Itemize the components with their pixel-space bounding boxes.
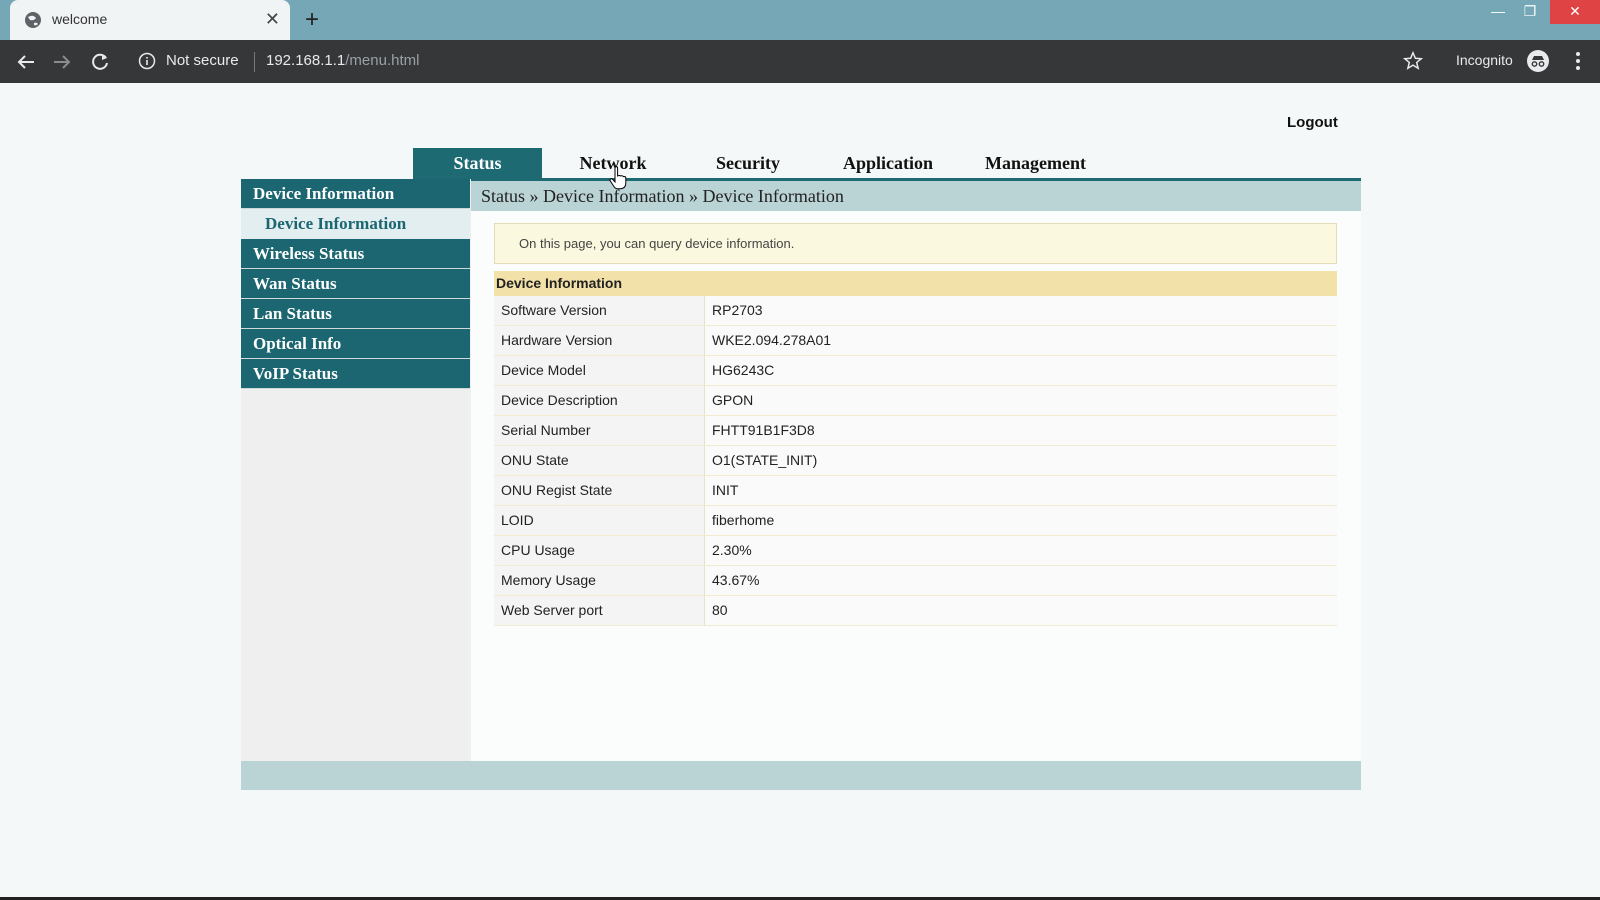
info-notice: On this page, you can query device infor…	[494, 223, 1337, 264]
row-value: INIT	[705, 476, 1337, 505]
table-row: Serial Number FHTT91B1F3D8	[494, 416, 1337, 446]
close-tab-icon[interactable]: ✕	[265, 9, 280, 29]
sidebar-item-device-information[interactable]: Device Information	[241, 179, 470, 209]
row-value: GPON	[705, 386, 1337, 415]
forward-arrow-icon[interactable]	[50, 50, 74, 74]
tab-title: welcome	[52, 11, 108, 27]
url-path: /menu.html	[345, 52, 420, 69]
back-arrow-icon[interactable]	[14, 50, 38, 74]
row-label: CPU Usage	[494, 536, 705, 565]
row-label: Hardware Version	[494, 326, 705, 355]
table-row: Memory Usage 43.67%	[494, 566, 1337, 596]
sidebar-item-voip-status[interactable]: VoIP Status	[241, 359, 470, 389]
row-value: fiberhome	[705, 506, 1337, 535]
security-label[interactable]: Not secure	[166, 52, 239, 69]
url-separator	[254, 52, 255, 72]
address-bar[interactable]: 192.168.1.1/menu.html	[266, 52, 419, 69]
row-value: FHTT91B1F3D8	[705, 416, 1337, 445]
table-header: Device Information	[494, 271, 1337, 296]
table-row: Web Server port 80	[494, 596, 1337, 626]
row-value: RP2703	[705, 296, 1337, 325]
row-label: LOID	[494, 506, 705, 535]
device-info-table: Device Information Software Version RP270…	[494, 271, 1337, 626]
logout-link[interactable]: Logout	[1287, 114, 1338, 131]
browser-tab[interactable]: welcome ✕	[10, 0, 290, 40]
incognito-label: Incognito	[1456, 52, 1513, 68]
incognito-icon[interactable]	[1526, 49, 1550, 73]
reload-icon[interactable]	[88, 50, 112, 74]
tab-application[interactable]: Application	[823, 148, 953, 178]
table-row: Device Description GPON	[494, 386, 1337, 416]
hand-cursor-icon	[609, 166, 627, 190]
row-label: Device Model	[494, 356, 705, 385]
table-row: LOID fiberhome	[494, 506, 1337, 536]
table-row: Software Version RP2703	[494, 296, 1337, 326]
sidebar-subitem-device-information[interactable]: Device Information	[241, 209, 470, 239]
table-row: Device Model HG6243C	[494, 356, 1337, 386]
row-value: 43.67%	[705, 566, 1337, 595]
row-value: 2.30%	[705, 536, 1337, 565]
breadcrumb: Status » Device Information » Device Inf…	[471, 181, 1361, 211]
top-navigation: Status Network Security Application Mana…	[413, 148, 1360, 182]
tab-security[interactable]: Security	[693, 148, 803, 178]
new-tab-button[interactable]: +	[305, 6, 319, 34]
footer-bar	[241, 761, 1361, 790]
browser-tab-strip: welcome ✕ + — ❐ ✕	[0, 0, 1600, 40]
sidebar-item-optical-info[interactable]: Optical Info	[241, 329, 470, 359]
row-value: O1(STATE_INIT)	[705, 446, 1337, 475]
table-row: CPU Usage 2.30%	[494, 536, 1337, 566]
window-close-icon[interactable]: ✕	[1550, 0, 1600, 24]
sidebar-item-wan-status[interactable]: Wan Status	[241, 269, 470, 299]
table-row: ONU State O1(STATE_INIT)	[494, 446, 1337, 476]
table-row: ONU Regist State INIT	[494, 476, 1337, 506]
sidebar-item-lan-status[interactable]: Lan Status	[241, 299, 470, 329]
bookmark-star-icon[interactable]	[1402, 50, 1424, 72]
row-value: WKE2.094.278A01	[705, 326, 1337, 355]
tab-management[interactable]: Management	[963, 148, 1108, 178]
row-label: Memory Usage	[494, 566, 705, 595]
kebab-menu-icon[interactable]	[1568, 50, 1588, 72]
row-value: HG6243C	[705, 356, 1337, 385]
browser-toolbar: Not secure 192.168.1.1/menu.html Incogni…	[0, 40, 1600, 83]
row-label: ONU Regist State	[494, 476, 705, 505]
row-label: Device Description	[494, 386, 705, 415]
row-label: Software Version	[494, 296, 705, 325]
row-label: ONU State	[494, 446, 705, 475]
tab-status[interactable]: Status	[413, 148, 542, 178]
sidebar: Device Information Device Information Wi…	[241, 179, 471, 761]
row-value: 80	[705, 596, 1337, 625]
sidebar-item-wireless-status[interactable]: Wireless Status	[241, 239, 470, 269]
table-row: Hardware Version WKE2.094.278A01	[494, 326, 1337, 356]
info-icon[interactable]	[138, 52, 156, 70]
row-label: Serial Number	[494, 416, 705, 445]
restore-icon[interactable]: ❐	[1508, 0, 1552, 24]
row-label: Web Server port	[494, 596, 705, 625]
url-host: 192.168.1.1	[266, 52, 346, 69]
globe-icon	[25, 12, 41, 28]
